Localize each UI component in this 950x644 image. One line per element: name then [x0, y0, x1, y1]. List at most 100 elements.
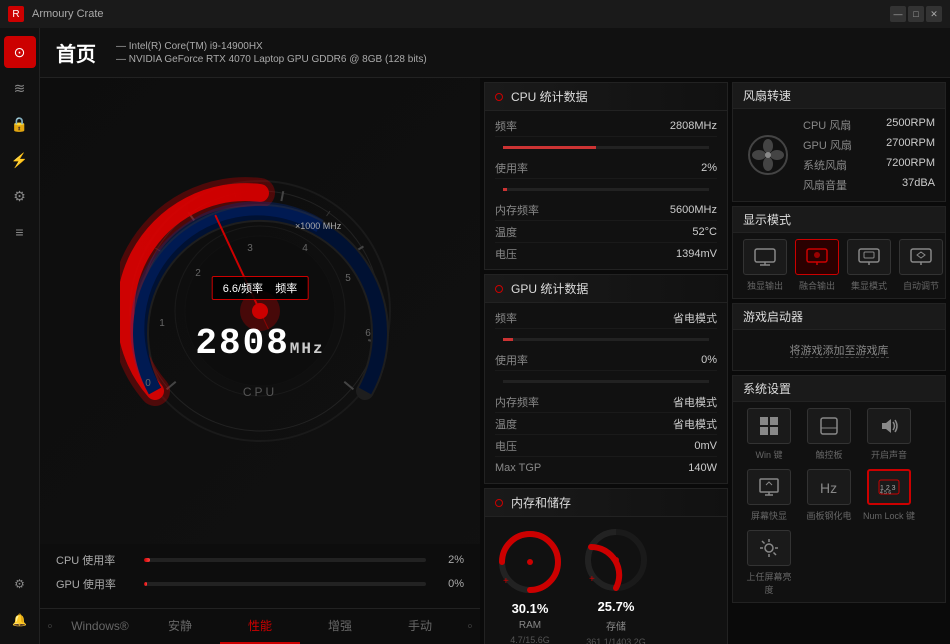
stat-row-gpu-mem-freq: 内存频率 省电模式 — [495, 391, 717, 413]
sys-option-sound[interactable]: 开启声音 — [863, 408, 915, 461]
tab-left-dot: ◦ — [40, 618, 60, 636]
svg-text:Hz: Hz — [820, 480, 837, 496]
page-content: 0 1 2 3 4 5 6 ×1000 MHz — [40, 78, 950, 644]
game-launcher-cta[interactable]: 将游戏添加至游戏库 — [790, 345, 889, 358]
fan-speed-title: 风扇转速 — [743, 87, 791, 104]
system-settings-body: Win 键 触控板 — [733, 402, 945, 602]
tab-manual[interactable]: 手动 — [380, 609, 460, 644]
display-auto-icon — [899, 239, 943, 275]
display-discrete-icon — [743, 239, 787, 275]
keyboard-freq-label: 画板钢化电 — [806, 509, 851, 522]
tab-performance[interactable]: 性能 — [220, 609, 300, 644]
right-content: CPU 统计数据 频率 2808MHz — [480, 78, 950, 644]
svg-text:2: 2 — [195, 268, 201, 279]
gpu-usage-label: GPU 使用率 — [56, 576, 136, 592]
tab-quiet[interactable]: 安静 — [140, 609, 220, 644]
stat-cpu-usage-name: 使用率 — [495, 160, 701, 176]
ram-pct: 30.1% — [512, 601, 549, 616]
maximize-button[interactable]: □ — [908, 6, 924, 22]
stat-cpu-usage-value: 2% — [701, 162, 717, 174]
tab-windows[interactable]: Windows® — [60, 609, 140, 644]
sys-option-screen[interactable]: 屏幕快显 — [743, 469, 795, 522]
sys-option-numlock[interactable]: 1 2 34 5 6 Num Lock 键 — [863, 469, 915, 522]
app-title: Armoury Crate — [32, 8, 104, 20]
cpu-usage-row: CPU 使用率 2% — [56, 552, 464, 568]
system-settings-panel: 系统设置 Win 键 — [732, 375, 946, 603]
sidebar-notification-button[interactable]: 🔔 — [4, 604, 36, 636]
gpu-freq-bar-fill — [503, 338, 513, 341]
page-title: 首页 — [56, 38, 96, 67]
stat-gpu-voltage-value: 0mV — [694, 440, 717, 452]
touchpad-icon — [807, 408, 851, 444]
display-auto-label: 自动调节 — [903, 279, 939, 292]
cpu-usage-value: 2% — [434, 554, 464, 566]
minimize-button[interactable]: — — [890, 6, 906, 22]
fan-speed-panel: 风扇转速 — [732, 82, 946, 202]
storage-pct: 25.7% — [598, 599, 635, 614]
svg-text:0: 0 — [145, 378, 151, 389]
stat-gpu-voltage-name: 电压 — [495, 438, 694, 454]
display-option-discrete[interactable]: 独显输出 — [743, 239, 787, 292]
stat-gpu-mem-freq-value: 省电模式 — [673, 394, 717, 410]
gpu-usage-track — [144, 582, 426, 586]
sidebar-item-menu[interactable]: ≡ — [4, 216, 36, 248]
win-key-label: Win 键 — [755, 448, 782, 461]
sidebar-item-lightning[interactable]: ⚡ — [4, 144, 36, 176]
stat-cpu-freq-value: 2808MHz — [670, 120, 717, 132]
display-discrete-label: 独显输出 — [747, 279, 783, 292]
stat-voltage-value: 1394mV — [676, 248, 717, 260]
gpu-freq-bar — [503, 338, 709, 341]
display-hybrid-icon — [795, 239, 839, 275]
usage-bars: CPU 使用率 2% GPU 使用率 0% — [40, 544, 480, 608]
cpu-usage-fill — [144, 558, 150, 562]
fan-row-sys: 系统风扇 7200RPM — [803, 155, 935, 175]
display-option-integrated[interactable]: 集显模式 — [847, 239, 891, 292]
display-integrated-label: 集显模式 — [851, 279, 887, 292]
cpu-header-dot — [495, 93, 503, 101]
close-button[interactable]: ✕ — [926, 6, 942, 22]
ram-gauge: + 30.1% RAM 4.7/15.6G — [495, 527, 565, 644]
sys-option-brightness[interactable]: 上任屏幕亮度 — [743, 530, 795, 596]
stat-temp-name: 温度 — [495, 224, 692, 240]
stat-row-temp: 温度 52°C — [495, 221, 717, 243]
sys-option-win-key[interactable]: Win 键 — [743, 408, 795, 461]
cpu-usage-bar-fill — [503, 188, 507, 191]
far-right-column: 风扇转速 — [730, 78, 950, 644]
sidebar-item-tools[interactable]: ⚙ — [4, 180, 36, 212]
game-launcher-panel: 游戏启动器 将游戏添加至游戏库 — [732, 303, 946, 371]
fan-speed-header: 风扇转速 — [733, 83, 945, 109]
sidebar-item-monitor[interactable]: ≋ — [4, 72, 36, 104]
gpu-usage-bar — [503, 380, 709, 383]
cpu-stats-panel: CPU 统计数据 频率 2808MHz — [484, 82, 728, 270]
display-option-auto[interactable]: 自动调节 — [899, 239, 943, 292]
cpu-freq-bar-row — [495, 137, 717, 157]
keyboard-freq-icon: Hz — [807, 469, 851, 505]
stat-row-cpu-freq: 频率 2808MHz — [495, 115, 717, 137]
sidebar-item-security[interactable]: 🔒 — [4, 108, 36, 140]
sys-option-touchpad[interactable]: 触控板 — [803, 408, 855, 461]
fan-icon — [748, 135, 788, 175]
fan-row-gpu: GPU 风扇 2700RPM — [803, 135, 935, 155]
display-mode-header: 显示模式 — [733, 207, 945, 233]
stat-row-gpu-usage: 使用率 0% — [495, 349, 717, 371]
stat-gpu-temp-name: 温度 — [495, 416, 673, 432]
cpu-stats-body: 频率 2808MHz 使用率 2% — [485, 111, 727, 269]
stat-temp-value: 52°C — [692, 226, 717, 238]
storage-label: 存储 — [606, 618, 626, 633]
gpu-freq-bar-row — [495, 329, 717, 349]
tab-boost[interactable]: 增强 — [300, 609, 380, 644]
display-hybrid-label: 融合输出 — [799, 279, 835, 292]
stat-gpu-usage-name: 使用率 — [495, 352, 701, 368]
sys-option-keyboard-freq[interactable]: Hz 画板钢化电 — [803, 469, 855, 522]
cpu-freq-bar — [503, 146, 709, 149]
stat-gpu-freq-value: 省电模式 — [673, 310, 717, 326]
content-area: 首页 — Intel(R) Core(TM) i9-14900HX — NVID… — [40, 28, 950, 644]
fan-row-cpu: CPU 风扇 2500RPM — [803, 115, 935, 135]
game-launcher-body: 将游戏添加至游戏库 — [733, 330, 945, 370]
stat-row-cpu-usage: 使用率 2% — [495, 157, 717, 179]
fan-rows: CPU 风扇 2500RPM GPU 风扇 2700RPM 系统风扇 7200R… — [803, 115, 935, 195]
sidebar-settings-button[interactable]: ⚙ — [4, 568, 36, 600]
sidebar-item-home[interactable]: ⊙ — [4, 36, 36, 68]
display-option-hybrid[interactable]: 融合输出 — [795, 239, 839, 292]
display-mode-body: 独显输出 融合输出 — [733, 233, 945, 298]
